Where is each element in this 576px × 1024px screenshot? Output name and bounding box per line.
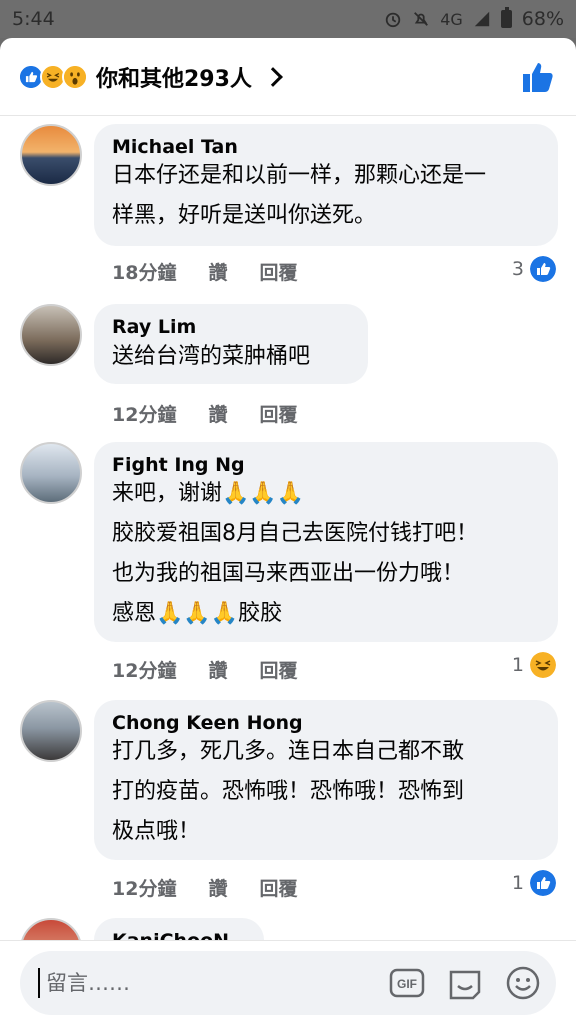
- comment-meta: 12分鐘 讚 回覆: [112, 874, 297, 901]
- comment-meta: 12分鐘 讚 回覆: [112, 656, 297, 683]
- comment-input[interactable]: 留言……: [38, 968, 388, 998]
- status-bar: 5:44 4G 68%: [0, 0, 576, 38]
- comment-bubble[interactable]: Chong Keen Hong 打几多，死几多。连日本自己都不敢 打的疫苗。恐怖…: [94, 700, 558, 860]
- like-icon: [530, 256, 556, 282]
- comments-sheet: 你和其他293人 Michael Tan 日本仔还是和以前一样，那颗心还是一 样…: [0, 38, 576, 1024]
- chevron-right-icon: [263, 66, 283, 87]
- reply-link[interactable]: 回覆: [259, 874, 297, 901]
- reactions-header[interactable]: 你和其他293人: [0, 38, 576, 116]
- gif-icon[interactable]: GIF: [388, 964, 426, 1002]
- reaction-count-value: 3: [511, 258, 524, 280]
- comments-list: Michael Tan 日本仔还是和以前一样，那颗心还是一 样黑，好听是送叫你送…: [0, 118, 576, 940]
- comment-time: 18分鐘: [112, 262, 177, 284]
- like-link[interactable]: 讚: [208, 400, 227, 427]
- comment-bubble[interactable]: Michael Tan 日本仔还是和以前一样，那颗心还是一 样黑，好听是送叫你送…: [94, 124, 558, 246]
- like-button[interactable]: [518, 57, 558, 97]
- comment-author[interactable]: Ray Lim: [112, 316, 350, 338]
- reaction-count-value: 1: [511, 872, 524, 894]
- status-time: 5:44: [12, 8, 55, 30]
- comment-input-box[interactable]: 留言…… GIF: [20, 951, 556, 1015]
- reply-link[interactable]: 回覆: [259, 400, 297, 427]
- reply-link[interactable]: 回覆: [259, 656, 297, 683]
- like-icon: [530, 870, 556, 896]
- like-link[interactable]: 讚: [208, 874, 227, 901]
- comment-time: 12分鐘: [112, 660, 177, 682]
- comment-author[interactable]: Fight Ing Ng: [112, 454, 540, 476]
- comment-author[interactable]: Chong Keen Hong: [112, 712, 540, 734]
- comment-bubble[interactable]: Ray Lim 送给台湾的菜肿桶吧: [94, 304, 368, 384]
- laugh-icon: [530, 652, 556, 678]
- comment-bubble[interactable]: KaniChooN: [94, 918, 264, 940]
- reaction-count[interactable]: 1: [512, 652, 556, 678]
- mute-icon: [414, 12, 429, 26]
- reaction-summary: 你和其他293人: [96, 66, 252, 92]
- comment-text: 来吧，谢谢🙏🙏🙏 胶胶爱祖国8月自己去医院付钱打吧！ 也为我的祖国马来西亚出一份…: [112, 481, 478, 626]
- reply-link[interactable]: 回覆: [259, 258, 297, 285]
- battery-level: 68%: [521, 8, 564, 30]
- reaction-icons: [18, 63, 88, 90]
- avatar[interactable]: [20, 918, 82, 940]
- comment-meta: 18分鐘 讚 回覆: [112, 258, 297, 285]
- avatar[interactable]: [20, 700, 82, 762]
- comment-author[interactable]: Michael Tan: [112, 136, 540, 158]
- gif-label: GIF: [397, 977, 417, 991]
- network-label: 4G: [440, 9, 463, 29]
- comment-text: 打几多，死几多。连日本自己都不敢 打的疫苗。恐怖哦！恐怖哦！恐怖到 极点哦！: [112, 739, 465, 844]
- like-link[interactable]: 讚: [208, 258, 227, 285]
- comment-time: 12分鐘: [112, 878, 177, 900]
- signal-icon: [474, 11, 489, 27]
- comment-time: 12分鐘: [112, 404, 177, 426]
- reaction-count[interactable]: 3: [512, 256, 556, 282]
- reaction-count-value: 1: [511, 654, 524, 676]
- avatar[interactable]: [20, 304, 82, 366]
- comment-author[interactable]: KaniChooN: [112, 930, 246, 940]
- like-link[interactable]: 讚: [208, 656, 227, 683]
- battery-icon: [500, 7, 512, 28]
- avatar[interactable]: [20, 124, 82, 186]
- alarm-icon: [385, 12, 401, 28]
- comment-text: 送给台湾的菜肿桶吧: [112, 344, 311, 369]
- avatar[interactable]: [20, 442, 82, 504]
- comment-composer: 留言…… GIF: [0, 940, 576, 1024]
- comment-text: 日本仔还是和以前一样，那颗心还是一 样黑，好听是送叫你送死。: [112, 163, 487, 228]
- comment-bubble[interactable]: Fight Ing Ng 来吧，谢谢🙏🙏🙏 胶胶爱祖国8月自己去医院付钱打吧！ …: [94, 442, 558, 642]
- emoji-icon[interactable]: [504, 964, 542, 1002]
- sticker-icon[interactable]: [446, 964, 484, 1002]
- comment-meta: 12分鐘 讚 回覆: [112, 400, 297, 427]
- reaction-count[interactable]: 1: [512, 870, 556, 896]
- wow-icon: [62, 63, 88, 90]
